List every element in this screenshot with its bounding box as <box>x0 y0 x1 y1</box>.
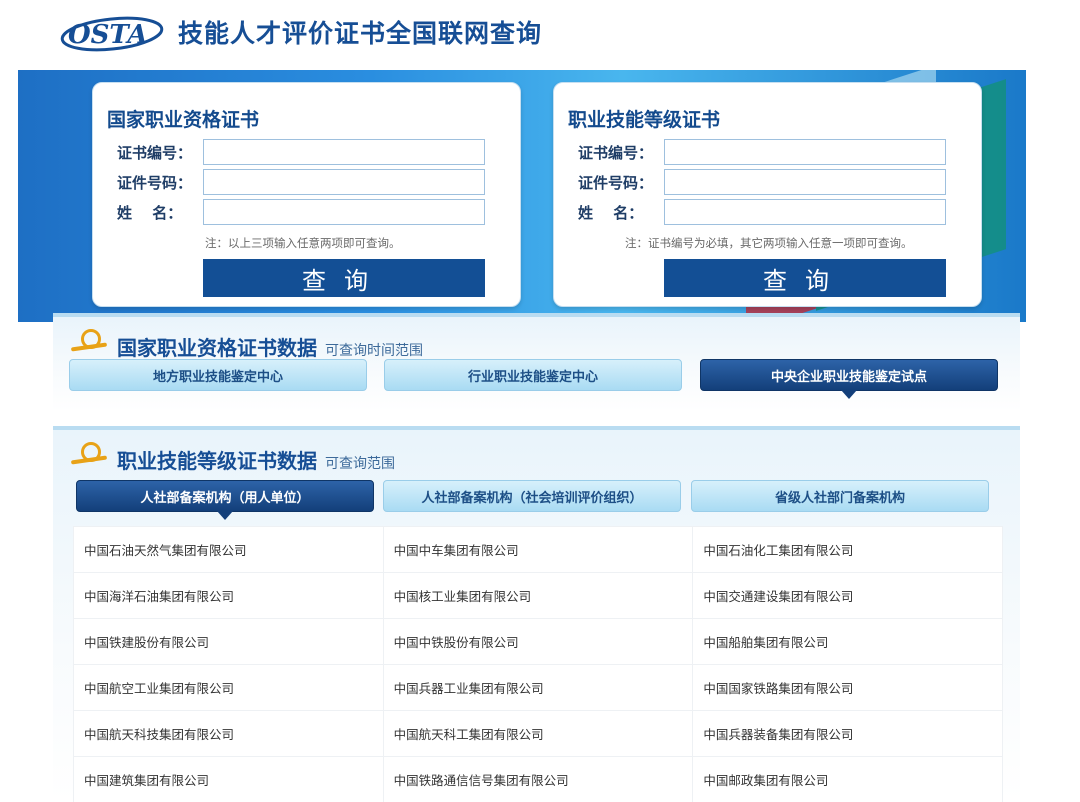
name-input[interactable] <box>664 199 946 225</box>
cert-number-input[interactable] <box>203 139 485 165</box>
table-cell[interactable]: 中国中铁股份有限公司 <box>382 618 694 665</box>
id-number-input[interactable] <box>664 169 946 195</box>
table-cell[interactable]: 中国航天科工集团有限公司 <box>382 710 694 757</box>
osta-logo[interactable]: OSTA <box>58 12 166 54</box>
site-title: 技能人才评价证书全国联网查询 <box>178 19 543 48</box>
table-row: 中国石油天然气集团有限公司 中国中车集团有限公司 中国石油化工集团有限公司 <box>73 526 1003 573</box>
id-number-row: 证件号码： <box>578 169 946 195</box>
key-icon <box>70 442 111 468</box>
cert-number-row: 证书编号： <box>578 139 946 165</box>
tab-central-enterprise[interactable]: 中央企业职业技能鉴定试点 <box>700 359 998 399</box>
table-cell[interactable]: 中国中车集团有限公司 <box>382 526 694 573</box>
tab-provincial-org[interactable]: 省级人社部门备案机构 <box>691 480 989 512</box>
table-row: 中国海洋石油集团有限公司 中国核工业集团有限公司 中国交通建设集团有限公司 <box>73 572 1003 619</box>
site-header: OSTA 技能人才评价证书全国联网查询 <box>0 0 1080 70</box>
name-input[interactable] <box>203 199 485 225</box>
table-cell[interactable]: 中国核工业集团有限公司 <box>382 572 694 619</box>
id-number-input[interactable] <box>203 169 485 195</box>
section-header: 国家职业资格证书数据 可查询时间范围 <box>70 329 423 361</box>
section-title: 职业技能等级证书数据 <box>117 449 317 473</box>
query-note: 注：以上三项输入任意两项即可查询。 <box>205 236 401 250</box>
section-title: 国家职业资格证书数据 <box>117 336 317 360</box>
table-cell[interactable]: 中国海洋石油集团有限公司 <box>73 572 384 619</box>
name-row: 姓 名： <box>578 199 946 225</box>
tab-employer-org[interactable]: 人社部备案机构（用人单位） <box>76 480 374 520</box>
cert-number-row: 证书编号： <box>117 139 485 165</box>
section-subtitle: 可查询时间范围 <box>325 343 423 359</box>
cert-number-label: 证书编号： <box>117 143 193 162</box>
name-label: 姓 名： <box>578 203 644 222</box>
skill-cert-panel: 职业技能等级证书 证书编号： 证件号码： 姓 名： 注：证书编号为必填，其它两项… <box>553 82 982 307</box>
svg-text:OSTA: OSTA <box>68 20 148 50</box>
id-number-label: 证件号码： <box>117 173 193 192</box>
name-row: 姓 名： <box>117 199 485 225</box>
panel-title: 国家职业资格证书 <box>107 109 260 131</box>
section-subtitle: 可查询范围 <box>325 456 395 472</box>
tab-training-org[interactable]: 人社部备案机构（社会培训评价组织） <box>383 480 681 512</box>
query-note: 注：证书编号为必填，其它两项输入任意一项即可查询。 <box>625 236 913 250</box>
table-cell[interactable]: 中国邮政集团有限公司 <box>692 756 1003 802</box>
org-table: 中国石油天然气集团有限公司 中国中车集团有限公司 中国石油化工集团有限公司 中国… <box>73 526 1003 802</box>
skill-cert-data-section: 职业技能等级证书数据 可查询范围 人社部备案机构（用人单位） 人社部备案机构（社… <box>53 426 1020 802</box>
query-button[interactable]: 查询 <box>664 259 946 297</box>
table-cell[interactable]: 中国国家铁路集团有限公司 <box>692 664 1003 711</box>
table-row: 中国航空工业集团有限公司 中国兵器工业集团有限公司 中国国家铁路集团有限公司 <box>73 664 1003 711</box>
cert-number-label: 证书编号： <box>578 143 654 162</box>
query-button[interactable]: 查询 <box>203 259 485 297</box>
name-label: 姓 名： <box>117 203 183 222</box>
table-row: 中国航天科技集团有限公司 中国航天科工集团有限公司 中国兵器装备集团有限公司 <box>73 710 1003 757</box>
table-cell[interactable]: 中国石油化工集团有限公司 <box>692 526 1003 573</box>
table-cell[interactable]: 中国兵器装备集团有限公司 <box>692 710 1003 757</box>
tab-local-center[interactable]: 地方职业技能鉴定中心 <box>69 359 367 391</box>
table-cell[interactable]: 中国建筑集团有限公司 <box>73 756 384 802</box>
tab-industry-center[interactable]: 行业职业技能鉴定中心 <box>384 359 682 391</box>
cert-number-input[interactable] <box>664 139 946 165</box>
table-row: 中国铁建股份有限公司 中国中铁股份有限公司 中国船舶集团有限公司 <box>73 618 1003 665</box>
id-number-label: 证件号码： <box>578 173 654 192</box>
table-cell[interactable]: 中国兵器工业集团有限公司 <box>382 664 694 711</box>
table-cell[interactable]: 中国航天科技集团有限公司 <box>73 710 384 757</box>
panel-title: 职业技能等级证书 <box>568 109 721 131</box>
id-number-row: 证件号码： <box>117 169 485 195</box>
national-cert-data-section: 国家职业资格证书数据 可查询时间范围 地方职业技能鉴定中心 行业职业技能鉴定中心… <box>53 313 1020 411</box>
table-cell[interactable]: 中国石油天然气集团有限公司 <box>73 526 384 573</box>
table-cell[interactable]: 中国铁路通信信号集团有限公司 <box>382 756 694 802</box>
national-cert-panel: 国家职业资格证书 证书编号： 证件号码： 姓 名： 注：以上三项输入任意两项即可… <box>92 82 521 307</box>
section-header: 职业技能等级证书数据 可查询范围 <box>70 442 395 474</box>
key-icon <box>70 329 111 355</box>
table-cell[interactable]: 中国铁建股份有限公司 <box>73 618 384 665</box>
table-cell[interactable]: 中国交通建设集团有限公司 <box>692 572 1003 619</box>
table-row: 中国建筑集团有限公司 中国铁路通信信号集团有限公司 中国邮政集团有限公司 <box>73 756 1003 802</box>
table-cell[interactable]: 中国船舶集团有限公司 <box>692 618 1003 665</box>
table-cell[interactable]: 中国航空工业集团有限公司 <box>73 664 384 711</box>
